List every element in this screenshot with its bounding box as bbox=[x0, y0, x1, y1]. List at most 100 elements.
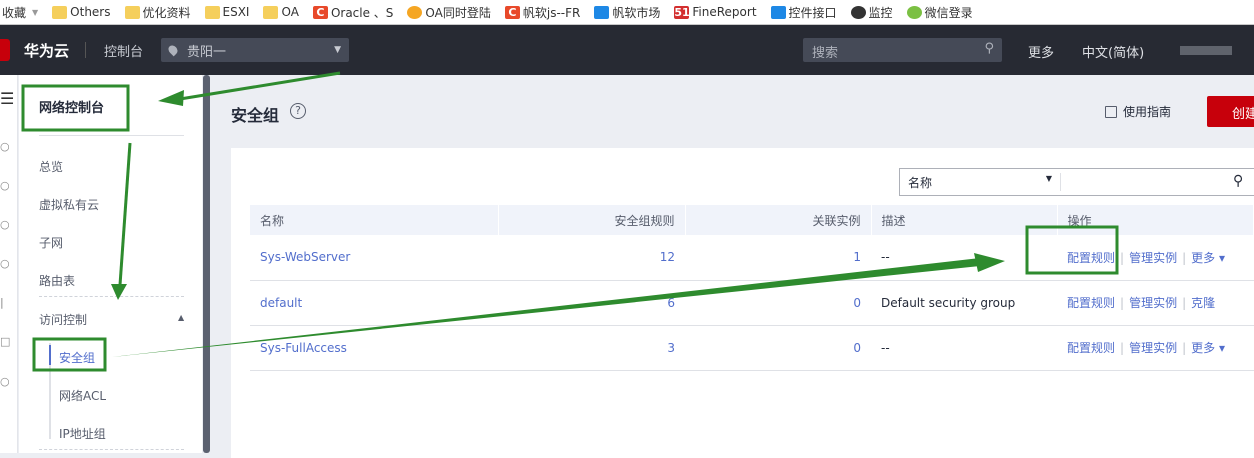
bookmark-fanruan-js[interactable]: C 帆软js--FR bbox=[504, 4, 580, 21]
folder-icon bbox=[263, 5, 279, 19]
rules-count[interactable]: 6 bbox=[498, 280, 685, 326]
service-icon[interactable]: ○ bbox=[0, 218, 10, 231]
manage-instances-link[interactable]: 管理实例 bbox=[1129, 341, 1177, 355]
instances-count[interactable]: 0 bbox=[685, 325, 871, 371]
column-header-name[interactable]: 名称 bbox=[250, 205, 499, 235]
configure-rules-link[interactable]: 配置规则 bbox=[1067, 341, 1115, 355]
clone-link[interactable]: 克隆 bbox=[1191, 296, 1215, 310]
service-icon[interactable]: ○ bbox=[0, 179, 10, 192]
top-nav: 华为云 控制台 贵阳一 ▼ 搜索 ⚲ 更多 中文(简体) bbox=[0, 25, 1254, 75]
folder-icon bbox=[52, 5, 68, 19]
divider bbox=[39, 296, 184, 297]
folder-icon bbox=[204, 5, 220, 19]
service-icon[interactable]: □ bbox=[0, 335, 10, 348]
divider bbox=[39, 135, 184, 136]
chevron-up-icon[interactable]: ▲ bbox=[178, 313, 184, 322]
language-select[interactable]: 中文(简体) bbox=[1082, 42, 1144, 61]
camera-icon bbox=[850, 5, 866, 19]
sidebar-item-subnet[interactable]: 子网 bbox=[39, 234, 63, 251]
bookmark-oa-login[interactable]: OA同时登陆 bbox=[407, 4, 491, 21]
sidebar-item-ip-group[interactable]: IP地址组 bbox=[59, 425, 106, 442]
bookmark-others[interactable]: Others bbox=[52, 5, 111, 19]
location-icon bbox=[166, 43, 180, 57]
sidebar-item-network-acl[interactable]: 网络ACL bbox=[59, 387, 106, 404]
table-row: Sys-FullAccess 3 0 -- 配置规则 | 管理实例 | 更多 ▾ bbox=[250, 325, 1254, 371]
column-header-instances[interactable]: 关联实例 bbox=[685, 205, 872, 235]
c-icon: C bbox=[504, 5, 520, 19]
chevron-down-icon: ▼ bbox=[334, 45, 342, 55]
bookmark-favorites[interactable]: 收藏 ▼ bbox=[2, 4, 38, 21]
menu-icon[interactable]: ☰ bbox=[0, 89, 14, 108]
sidebar: 网络控制台 总览 虚拟私有云 子网 路由表 访问控制 ▲ 安全组 网络ACL I… bbox=[19, 75, 202, 453]
more-actions-dropdown[interactable]: 更多 ▾ bbox=[1191, 251, 1225, 265]
rules-count[interactable]: 12 bbox=[498, 235, 685, 281]
divider bbox=[39, 449, 184, 450]
bookmark-finereport[interactable]: 51 FineReport bbox=[674, 5, 757, 19]
search-input[interactable]: 搜索 ⚲ bbox=[803, 38, 1002, 62]
user-avatar-blurred[interactable] bbox=[1180, 46, 1232, 55]
sidebar-group-access-control[interactable]: 访问控制 bbox=[39, 311, 87, 328]
bookmark-esxi[interactable]: ESXI bbox=[204, 5, 249, 19]
table-row: Sys-WebServer 12 1 -- 配置规则 | 管理实例 | 更多 ▾ bbox=[250, 235, 1254, 281]
sidebar-item-overview[interactable]: 总览 bbox=[39, 158, 63, 175]
page-title: 安全组 bbox=[231, 106, 280, 125]
c-icon: C bbox=[312, 5, 328, 19]
configure-rules-link[interactable]: 配置规则 bbox=[1067, 251, 1115, 265]
row-actions: 配置规则 | 管理实例 | 克隆 bbox=[1057, 280, 1254, 326]
row-actions: 配置规则 | 管理实例 | 更多 ▾ bbox=[1057, 235, 1254, 281]
service-icon[interactable]: ○ bbox=[0, 375, 10, 388]
bookmark-monitor[interactable]: 监控 bbox=[850, 4, 893, 21]
configure-rules-link[interactable]: 配置规则 bbox=[1067, 296, 1115, 310]
f-icon bbox=[770, 5, 786, 19]
filter-field-select[interactable]: 名称 ▼ bbox=[900, 174, 1060, 191]
sidebar-item-vpc[interactable]: 虚拟私有云 bbox=[39, 196, 99, 213]
guide-link[interactable]: 使用指南 bbox=[1105, 103, 1171, 120]
console-link[interactable]: 控制台 bbox=[104, 41, 143, 60]
bookmark-controls[interactable]: 控件接口 bbox=[770, 4, 837, 21]
search-icon[interactable]: ⚲ bbox=[984, 41, 994, 56]
f-icon bbox=[594, 5, 610, 19]
filter-bar: 名称 ▼ ⚲ bbox=[899, 168, 1254, 196]
bookmark-youhua[interactable]: 优化资料 bbox=[124, 4, 191, 21]
bookmark-oa[interactable]: OA bbox=[263, 5, 299, 19]
description: -- bbox=[871, 325, 1057, 371]
bookmark-oracle[interactable]: C Oracle 、S bbox=[312, 4, 393, 21]
group-name-link[interactable]: default bbox=[250, 280, 498, 326]
more-actions-dropdown[interactable]: 更多 ▾ bbox=[1191, 341, 1225, 355]
search-icon[interactable]: ⚲ bbox=[1233, 173, 1243, 189]
instances-count[interactable]: 1 bbox=[685, 235, 871, 281]
sidebar-title: 网络控制台 bbox=[39, 101, 105, 116]
document-edit-icon bbox=[1105, 105, 1117, 118]
sidebar-item-route-table[interactable]: 路由表 bbox=[39, 272, 75, 289]
folder-icon bbox=[124, 5, 140, 19]
table-header: 名称 安全组规则 关联实例 描述 操作 bbox=[250, 205, 1254, 235]
column-header-actions: 操作 bbox=[1057, 205, 1254, 235]
service-icon[interactable]: | bbox=[0, 296, 4, 309]
more-menu[interactable]: 更多 bbox=[1028, 42, 1054, 61]
service-icon[interactable]: ○ bbox=[0, 140, 10, 153]
description: -- bbox=[871, 235, 1057, 281]
instances-count[interactable]: 0 bbox=[685, 280, 871, 326]
group-name-link[interactable]: Sys-WebServer bbox=[250, 235, 498, 281]
group-name-link[interactable]: Sys-FullAccess bbox=[250, 325, 498, 371]
sidebar-scrollbar[interactable] bbox=[203, 75, 210, 453]
region-select[interactable]: 贵阳一 ▼ bbox=[161, 38, 350, 62]
manage-instances-link[interactable]: 管理实例 bbox=[1129, 296, 1177, 310]
sidebar-item-security-group[interactable]: 安全组 bbox=[59, 349, 95, 366]
row-actions: 配置规则 | 管理实例 | 更多 ▾ bbox=[1057, 325, 1254, 371]
filter-input[interactable] bbox=[1061, 169, 1254, 195]
huawei-logo[interactable] bbox=[0, 39, 10, 61]
create-button[interactable]: 创建 bbox=[1207, 96, 1254, 127]
manage-instances-link[interactable]: 管理实例 bbox=[1129, 251, 1177, 265]
active-indicator bbox=[49, 345, 51, 365]
chevron-down-icon: ▼ bbox=[32, 7, 39, 17]
help-icon[interactable]: ? bbox=[290, 103, 306, 119]
bookmark-wechat[interactable]: 微信登录 bbox=[906, 4, 973, 21]
rules-count[interactable]: 3 bbox=[498, 325, 685, 371]
service-icon[interactable]: ○ bbox=[0, 257, 10, 270]
brand-name[interactable]: 华为云 bbox=[24, 40, 69, 61]
bookmark-fanruan-market[interactable]: 帆软市场 bbox=[594, 4, 660, 21]
security-group-table: 名称 安全组规则 关联实例 描述 操作 Sys-WebServer 12 1 -… bbox=[250, 205, 1254, 371]
column-header-description: 描述 bbox=[871, 205, 1058, 235]
column-header-rules[interactable]: 安全组规则 bbox=[498, 205, 686, 235]
